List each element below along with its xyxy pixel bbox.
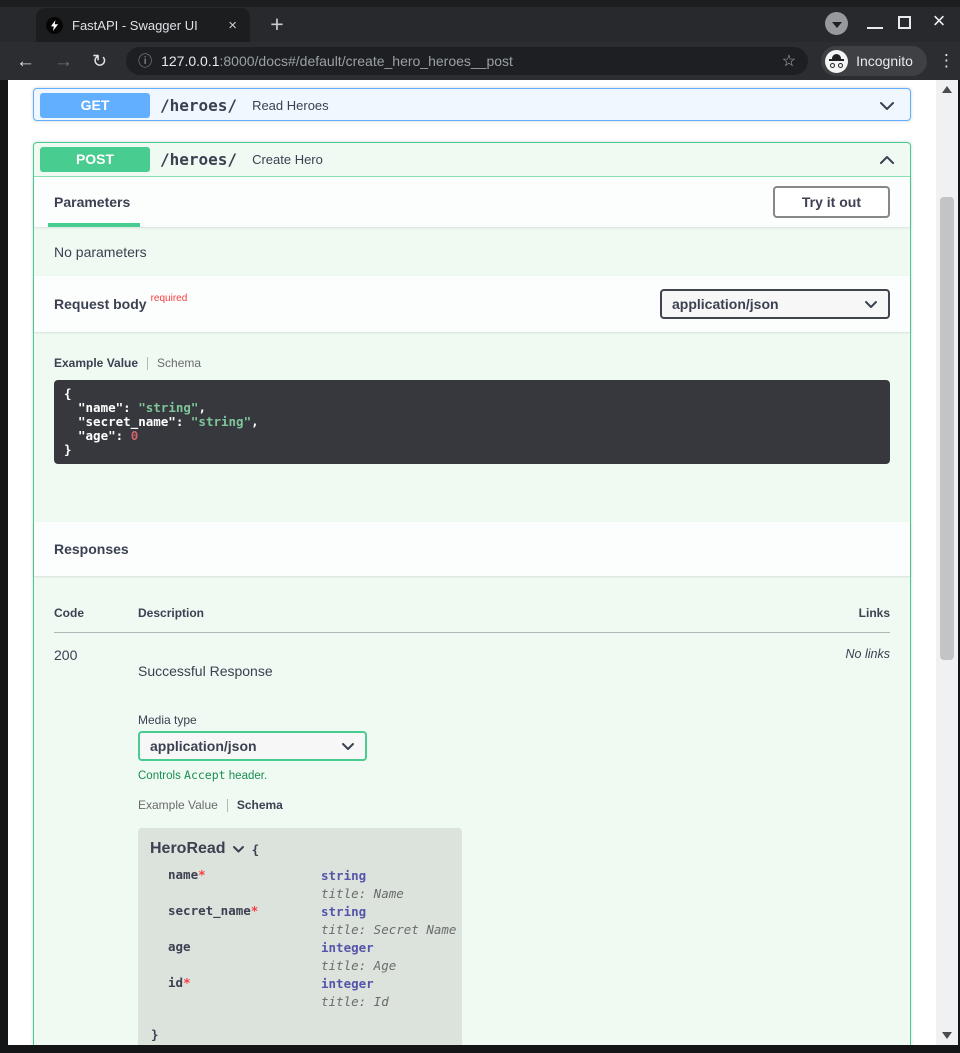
get-path: /heroes/	[160, 96, 237, 115]
scrollbar-up-icon[interactable]	[942, 86, 952, 93]
tab-example-value[interactable]: Example Value	[54, 356, 138, 370]
post-path: /heroes/	[160, 150, 237, 169]
response-code-200: 200	[54, 647, 138, 1045]
forward-icon[interactable]: →	[54, 52, 73, 71]
model-title[interactable]: HeroRead	[150, 840, 226, 858]
model-open-brace: {	[252, 842, 260, 857]
heroread-model-box: HeroRead { name* stringtitle: Name	[138, 828, 462, 1045]
model-property: secret_name* stringtitle: Secret Name	[138, 903, 462, 939]
required-label: required	[151, 293, 188, 304]
fastapi-favicon-icon	[46, 17, 63, 34]
incognito-icon	[825, 50, 848, 73]
col-links: Links	[800, 606, 890, 620]
responses-title: Responses	[54, 541, 129, 557]
back-icon[interactable]: ←	[16, 52, 35, 71]
col-code: Code	[54, 606, 138, 620]
tab-divider	[227, 799, 228, 812]
request-content-type-value: application/json	[672, 296, 779, 312]
post-method-badge: POST	[40, 147, 150, 172]
tab-schema[interactable]: Schema	[157, 356, 201, 370]
tab-search-icon[interactable]	[825, 12, 848, 35]
maximize-icon[interactable]	[898, 16, 911, 29]
bookmark-star-icon[interactable]: ☆	[782, 51, 796, 71]
request-example-tabs: Example Value Schema	[54, 356, 890, 370]
browser-toolbar: ← → ↻ ⓘ 127.0.0.1:8000/docs#/default/cre…	[0, 42, 960, 80]
model-property: id* integertitle: Id	[138, 975, 462, 1011]
model-property: name* stringtitle: Name	[138, 867, 462, 903]
chevron-up-icon[interactable]	[877, 150, 897, 170]
reload-icon[interactable]: ↻	[92, 52, 107, 71]
response-200-description: Successful Response	[138, 663, 800, 679]
tab-divider	[147, 357, 148, 370]
url-text: 127.0.0.1:8000/docs#/default/create_hero…	[161, 53, 513, 69]
tab-example-value[interactable]: Example Value	[138, 798, 218, 812]
get-summary-text: Read Heroes	[252, 98, 329, 113]
media-type-label: Media type	[138, 713, 800, 727]
incognito-label: Incognito	[856, 53, 913, 69]
parameters-title: Parameters	[54, 194, 130, 210]
responses-section-header: Responses	[34, 522, 910, 576]
parameters-section-header: Parameters Try it out	[34, 177, 910, 227]
try-it-out-button[interactable]: Try it out	[773, 186, 890, 218]
tab-title: FastAPI - Swagger UI	[72, 18, 225, 33]
model-property: age integertitle: Age	[138, 939, 462, 975]
site-info-icon[interactable]: ⓘ	[138, 51, 152, 71]
url-path: :8000/docs#/default/create_hero_heroes__…	[219, 53, 512, 69]
chevron-down-icon	[341, 742, 355, 751]
url-host: 127.0.0.1	[161, 53, 219, 69]
response-content-type-select[interactable]: application/json	[138, 731, 367, 761]
response-example-tabs: Example Value Schema	[138, 798, 800, 812]
request-body-example-code: { "name": "string", "secret_name": "stri…	[54, 380, 890, 464]
minimize-icon[interactable]	[867, 27, 883, 29]
address-bar[interactable]: ⓘ 127.0.0.1:8000/docs#/default/create_he…	[126, 47, 808, 75]
response-200-description-cell: Successful Response Media type applicati…	[138, 647, 800, 1045]
request-content-type-select[interactable]: application/json	[660, 289, 890, 319]
request-body-content: Example Value Schema { "name": "string",…	[34, 332, 910, 522]
window-top-edge	[0, 0, 960, 7]
swagger-page: GET /heroes/ Read Heroes POST /heroes/ C…	[8, 80, 936, 1045]
get-heroes-summary[interactable]: GET /heroes/ Read Heroes	[34, 89, 910, 122]
scrollbar-down-icon[interactable]	[942, 1032, 952, 1039]
responses-table-head: Code Description Links	[54, 594, 890, 633]
close-icon[interactable]: ×	[928, 9, 950, 33]
parameters-active-tab-underline	[48, 223, 140, 227]
request-body-header: Request body required application/json	[34, 276, 910, 332]
response-content-type-value: application/json	[150, 738, 257, 754]
page-scrollbar[interactable]	[936, 80, 958, 1045]
chevron-down-icon[interactable]	[877, 96, 897, 116]
tab-schema[interactable]: Schema	[237, 798, 283, 812]
scrollbar-thumb[interactable]	[940, 197, 954, 660]
response-200-links: No links	[800, 647, 890, 1045]
col-description: Description	[138, 606, 800, 620]
request-body-label: Request body	[54, 296, 147, 312]
browser-titlebar: FastAPI - Swagger UI × + ×	[0, 0, 960, 42]
incognito-badge: Incognito	[821, 46, 927, 76]
post-summary-text: Create Hero	[252, 152, 323, 167]
controls-accept-note: Controls Accept header.	[138, 768, 800, 782]
browser-tab[interactable]: FastAPI - Swagger UI ×	[36, 8, 250, 42]
post-heroes-summary[interactable]: POST /heroes/ Create Hero	[34, 143, 910, 177]
chevron-down-icon	[864, 300, 878, 309]
response-row-200: 200 Successful Response Media type appli…	[54, 633, 890, 1045]
model-toggle-chevron-icon[interactable]	[232, 845, 245, 854]
opblock-get-heroes: GET /heroes/ Read Heroes	[33, 88, 911, 121]
responses-table: Code Description Links 200 Successful Re…	[34, 576, 910, 1045]
new-tab-icon[interactable]: +	[262, 9, 292, 39]
menu-kebab-icon[interactable]: ⋮	[938, 51, 955, 71]
get-method-badge: GET	[40, 93, 150, 118]
opblock-post-heroes: POST /heroes/ Create Hero Parameters Try…	[33, 142, 911, 1045]
tab-close-icon[interactable]: ×	[225, 18, 240, 33]
no-parameters-text: No parameters	[34, 227, 910, 276]
model-close-brace: }	[138, 1027, 462, 1042]
